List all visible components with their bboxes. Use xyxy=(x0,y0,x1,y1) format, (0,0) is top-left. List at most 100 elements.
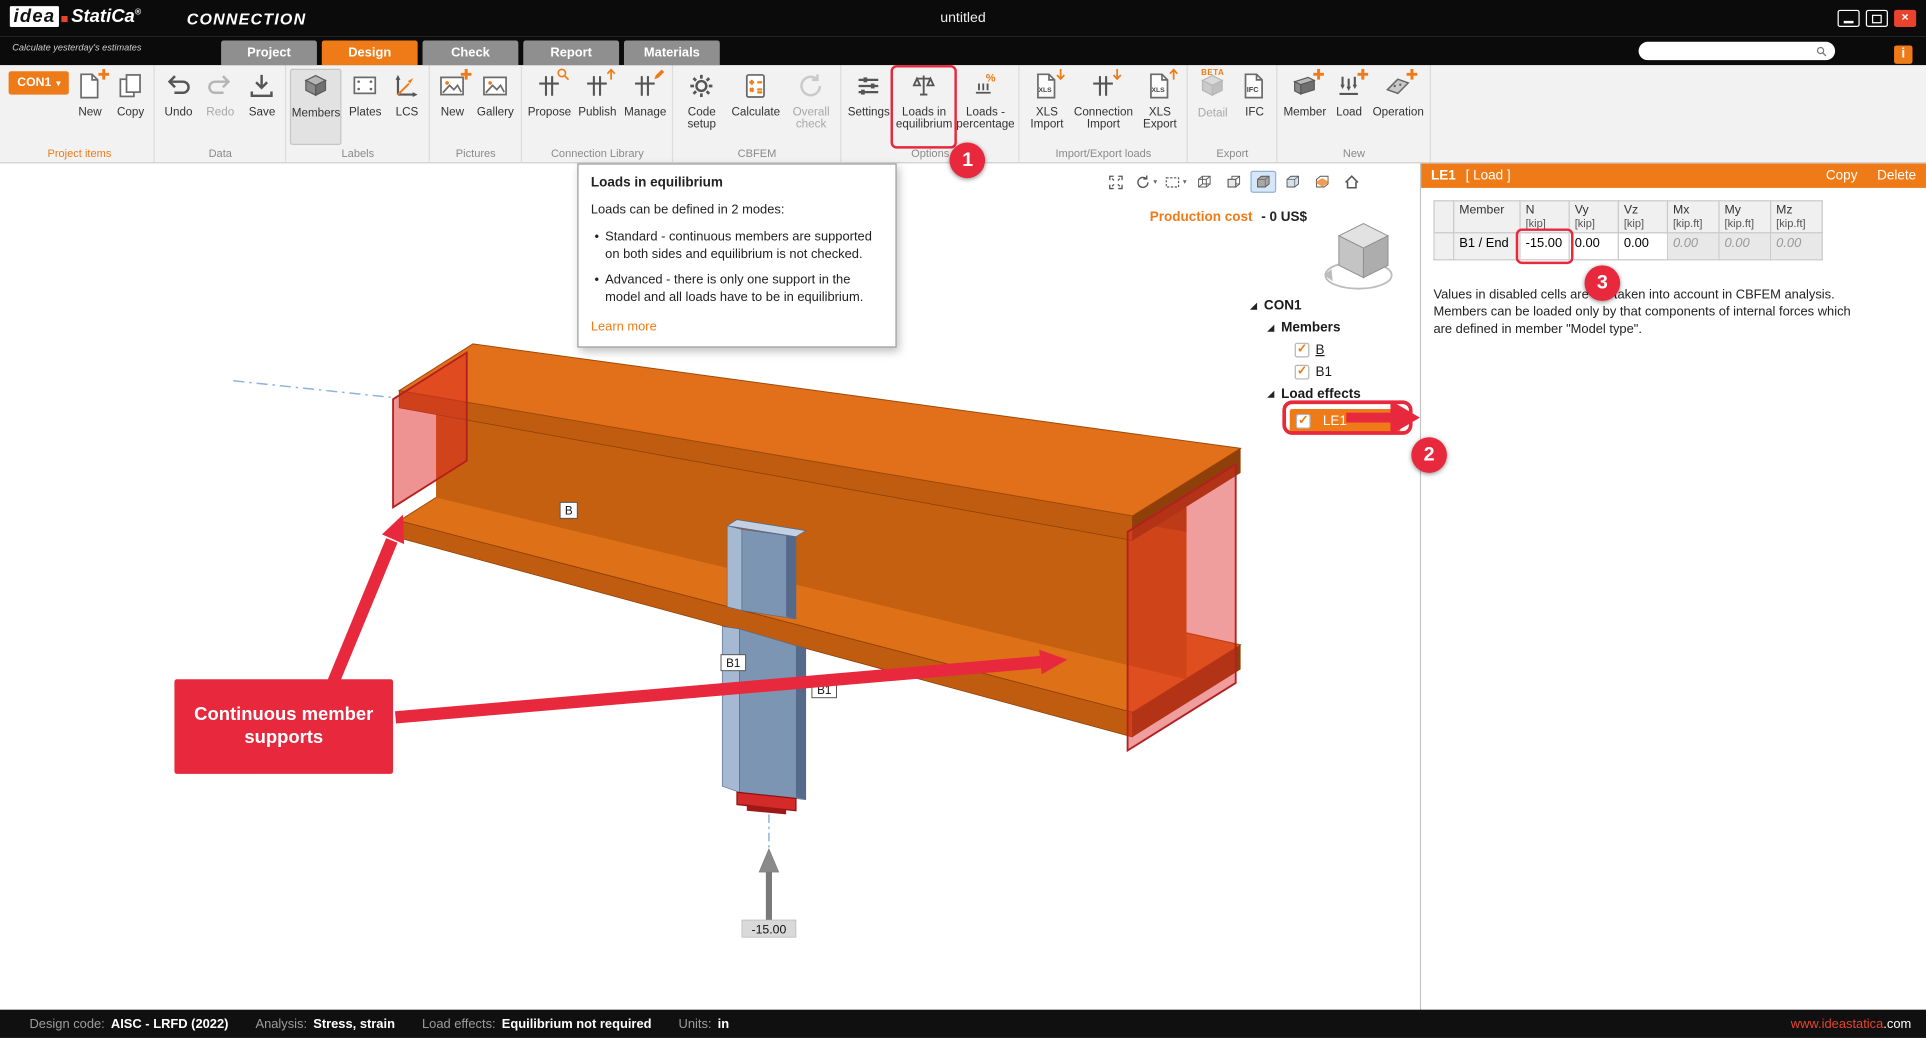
tree-item-con1[interactable]: ◢CON1 xyxy=(1250,295,1421,317)
select-rect-button[interactable]: ▾ xyxy=(1162,171,1188,193)
tab-materials[interactable]: Materials xyxy=(624,41,720,66)
new-picture-button[interactable]: New xyxy=(434,69,471,145)
members-labels-toggle[interactable]: Members xyxy=(290,69,342,145)
overall-check-button[interactable]: Overall check xyxy=(785,69,837,145)
registered-mark: ® xyxy=(135,8,141,17)
copy-project-item-button[interactable]: Copy xyxy=(111,69,150,145)
logo-statica-text: StatiCa xyxy=(71,6,134,27)
website-link[interactable]: www.ideastatica.com xyxy=(1791,1016,1926,1031)
ifc-export-button[interactable]: IFC xyxy=(1236,69,1273,145)
loads-percentage-button[interactable]: Loads - percentage xyxy=(956,69,1015,145)
row-selector[interactable] xyxy=(1434,233,1454,260)
fit-view-button[interactable] xyxy=(1103,171,1129,193)
cell-member: B1 / End xyxy=(1454,233,1520,260)
gallery-button[interactable]: Gallery xyxy=(473,69,517,145)
svg-text:B1: B1 xyxy=(726,657,740,670)
lcs-labels-toggle[interactable]: LCS xyxy=(389,69,426,145)
ribbon-group-data: Undo Redo Save Data xyxy=(155,65,286,162)
checkbox-checked-icon[interactable]: ✓ xyxy=(1296,414,1311,429)
load-effect-name: LE1 xyxy=(1431,168,1456,183)
loads-in-equilibrium-button[interactable]: Loads in equilibrium 1 xyxy=(895,69,954,145)
ribbon-group-import-export: XLS Import Connection Import XLS Export … xyxy=(1020,65,1188,162)
tree-group-members[interactable]: ◢Members xyxy=(1250,317,1421,339)
learn-more-link[interactable]: Learn more xyxy=(591,319,657,336)
tooltip-title: Loads in equilibrium xyxy=(591,174,883,192)
up-arrow-icon xyxy=(603,66,619,82)
transparent-view-button[interactable] xyxy=(1280,171,1306,193)
plus-icon xyxy=(459,66,475,82)
app-logo: ideaStatiCa® xyxy=(10,6,141,32)
code-setup-button[interactable]: Code setup xyxy=(677,69,726,145)
tab-check[interactable]: Check xyxy=(423,41,519,66)
redo-button[interactable]: Redo xyxy=(201,69,240,145)
fit-view-icon xyxy=(1107,173,1125,191)
annotation-arrow-left xyxy=(330,515,404,689)
publish-button[interactable]: Publish xyxy=(575,69,619,145)
status-analysis: Analysis:Stress, strain xyxy=(255,1016,394,1031)
cell-vz[interactable]: 0.00 xyxy=(1618,233,1667,260)
info-button[interactable]: i xyxy=(1894,45,1912,63)
rotate-view-button[interactable]: ▾ xyxy=(1133,171,1159,193)
member-label-b: B xyxy=(560,502,577,518)
xls-import-button[interactable]: XLS Import xyxy=(1024,69,1071,145)
undo-icon xyxy=(164,71,193,100)
tab-project[interactable]: Project xyxy=(221,41,317,66)
ribbon-group-project-items: CON1▾ New Copy Project items xyxy=(5,65,155,162)
undo-button[interactable]: Undo xyxy=(159,69,198,145)
copy-load-button[interactable]: Copy xyxy=(1826,168,1858,183)
main-tab-row: Calculate yesterday's estimates Project … xyxy=(0,37,1926,65)
down-arrow-icon xyxy=(1053,66,1069,82)
navigation-cube-icon[interactable] xyxy=(1322,219,1406,295)
connection-import-button[interactable]: Connection Import xyxy=(1073,69,1134,145)
cell-n[interactable]: -15.00 xyxy=(1520,233,1569,260)
maximize-button[interactable] xyxy=(1866,10,1888,27)
close-button[interactable]: × xyxy=(1894,10,1916,27)
search-input[interactable] xyxy=(1646,44,1816,58)
solid-view-button[interactable] xyxy=(1250,171,1276,193)
col-vz: Vz[kip] xyxy=(1618,201,1667,233)
xls-export-button[interactable]: XLS Export xyxy=(1137,69,1184,145)
disabled-cells-note: Values in disabled cells are not taken i… xyxy=(1433,287,1851,338)
tab-report[interactable]: Report xyxy=(523,41,619,66)
save-button[interactable]: Save xyxy=(242,69,281,145)
minimize-button[interactable] xyxy=(1838,10,1860,27)
new-load-button[interactable]: Load xyxy=(1331,69,1368,145)
cell-vy[interactable]: 0.00 xyxy=(1569,233,1618,260)
section-view-button[interactable] xyxy=(1309,171,1335,193)
tree-item-member-b1[interactable]: ✓B1 xyxy=(1250,361,1421,383)
connection-selector[interactable]: CON1▾ xyxy=(9,71,70,94)
search-box[interactable] xyxy=(1639,42,1836,60)
checkbox-checked-icon[interactable]: ✓ xyxy=(1295,365,1310,380)
tree-expander-icon[interactable]: ◢ xyxy=(1268,323,1282,333)
cell-mx: 0.00 xyxy=(1667,233,1719,260)
manage-button[interactable]: Manage xyxy=(622,69,669,145)
tree-expander-icon[interactable]: ◢ xyxy=(1268,389,1282,399)
tree-item-member-b[interactable]: ✓B xyxy=(1250,339,1421,361)
checkbox-checked-icon[interactable]: ✓ xyxy=(1295,343,1310,358)
continuous-member-supports-callout: Continuous member supports xyxy=(174,679,393,774)
ribbon-group-options: Settings Loads in equilibrium 1 Loads - … xyxy=(842,65,1020,162)
new-member-button[interactable]: Member xyxy=(1282,69,1329,145)
callout-badge-3: 3 xyxy=(1585,265,1621,301)
new-operation-button[interactable]: Operation xyxy=(1370,69,1427,145)
plates-labels-toggle[interactable]: Plates xyxy=(344,69,386,145)
propose-button[interactable]: Propose xyxy=(526,69,573,145)
detail-export-button[interactable]: BETA Detail xyxy=(1192,69,1234,145)
settings-button[interactable]: Settings xyxy=(845,69,892,145)
tagline: Calculate yesterday's estimates xyxy=(12,42,141,53)
home-view-button[interactable] xyxy=(1339,171,1365,193)
callout-badge-2: 2 xyxy=(1411,437,1447,473)
delete-load-button[interactable]: Delete xyxy=(1877,168,1916,183)
calculate-button[interactable]: Calculate xyxy=(729,69,783,145)
production-cost: Production cost - 0 US$ xyxy=(1150,210,1307,225)
table-row: B1 / End -15.00 0.00 0.00 0.00 0.00 0.00 xyxy=(1434,233,1822,260)
tooltip-bullet-advanced: Advanced - there is only one support in … xyxy=(605,273,883,307)
hidden-edges-view-button[interactable] xyxy=(1221,171,1247,193)
tree-expander-icon[interactable]: ◢ xyxy=(1250,301,1264,311)
wireframe-view-button[interactable] xyxy=(1191,171,1217,193)
plus-icon xyxy=(96,66,112,82)
new-project-item-button[interactable]: New xyxy=(72,69,109,145)
load-arrow[interactable] xyxy=(759,849,779,928)
tab-design[interactable]: Design xyxy=(322,41,418,66)
group-label-import-export-loads: Import/Export loads xyxy=(1024,146,1184,161)
